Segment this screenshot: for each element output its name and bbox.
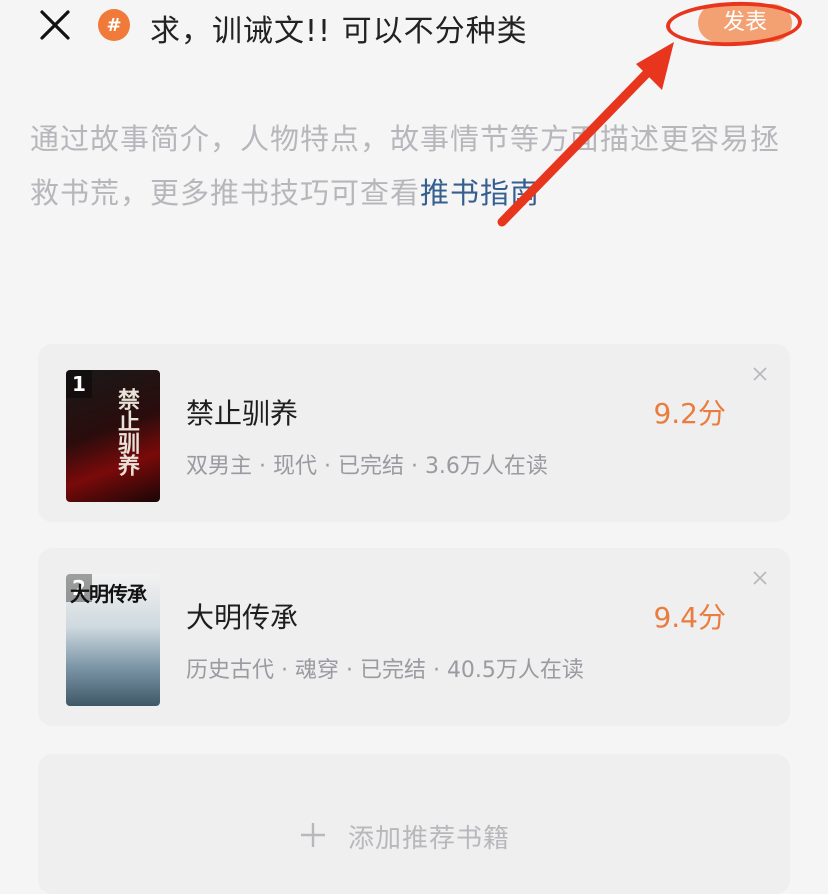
hashtag-icon: # bbox=[98, 9, 130, 41]
hint-text: 通过故事简介，人物特点，故事情节等方面描述更容易拯救书荒，更多推书技巧可查看推书… bbox=[30, 112, 800, 220]
book-card[interactable]: 1 禁止驯养 禁止驯养 双男主 · 现代 · 已完结 · 3.6万人在读 9.2… bbox=[38, 344, 790, 522]
book-title: 大明传承 bbox=[186, 601, 299, 634]
book-title: 禁止驯养 bbox=[186, 397, 299, 430]
close-icon[interactable] bbox=[38, 8, 72, 42]
add-book-label: 添加推荐书籍 bbox=[348, 824, 511, 854]
book-card[interactable]: 2 大明传承 大明传承 历史古代 · 魂穿 · 已完结 · 40.5万人在读 9… bbox=[38, 548, 790, 726]
top-bar: # 求，训诫文!! 可以不分种类 发表 bbox=[0, 0, 828, 52]
plus-icon bbox=[301, 823, 325, 847]
book-score: 9.4分 bbox=[653, 601, 726, 634]
cover-title: 禁止驯养 bbox=[114, 388, 140, 476]
cover-title: 大明传承 bbox=[70, 582, 147, 606]
hint-body: 通过故事简介，人物特点，故事情节等方面描述更容易拯救书荒，更多推书技巧可查看 bbox=[30, 122, 781, 210]
book-meta: 历史古代 · 魂穿 · 已完结 · 40.5万人在读 bbox=[186, 658, 584, 683]
add-book-button[interactable]: 添加推荐书籍 bbox=[38, 754, 790, 894]
recommend-guide-link[interactable]: 推书指南 bbox=[420, 176, 540, 210]
publish-button[interactable]: 发表 bbox=[698, 4, 792, 42]
close-small-icon[interactable] bbox=[752, 570, 768, 586]
book-meta: 双男主 · 现代 · 已完结 · 3.6万人在读 bbox=[186, 454, 548, 479]
close-small-icon[interactable] bbox=[752, 366, 768, 382]
book-score: 9.2分 bbox=[653, 397, 726, 430]
topic-title: 求，训诫文!! 可以不分种类 bbox=[150, 14, 528, 49]
rank-badge: 1 bbox=[66, 370, 92, 398]
book-cover: 2 大明传承 bbox=[66, 574, 160, 706]
book-cover: 1 禁止驯养 bbox=[66, 370, 160, 502]
